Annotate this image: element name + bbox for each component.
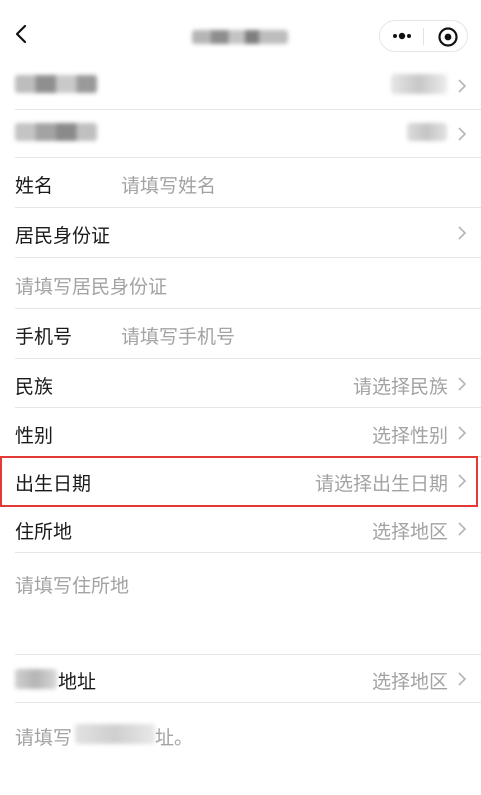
address-region-select[interactable]: 选择地区 [372,667,448,694]
gender-select[interactable]: 选择性别 [372,421,448,448]
redacted-row-2[interactable] [15,110,481,158]
id-number-input[interactable]: 请填写居民身份证 [15,272,167,299]
mini-program-capsule [379,20,468,52]
address-detail-placeholder-end: 址。 [155,727,194,749]
chevron-right-icon [458,127,467,141]
residence-detail-row[interactable]: 请填写住所地 [15,553,481,655]
address-label: 地址 [58,671,97,693]
residence-row[interactable]: 住所地 选择地区 [15,507,481,553]
gender-label: 性别 [15,425,54,447]
ethnicity-row[interactable]: 民族 请选择民族 [15,359,481,408]
redacted-row-1[interactable] [15,62,481,110]
name-row: 姓名 请填写姓名 [15,158,481,208]
residence-detail-textarea[interactable]: 请填写住所地 [15,571,129,598]
redacted-value [391,74,447,94]
id-number-row[interactable]: 请填写居民身份证 [15,258,481,309]
address-detail-row[interactable]: 请填写 址。 [15,703,481,765]
name-input[interactable]: 请填写姓名 [121,171,216,198]
redacted-value [407,123,447,141]
page-title-redacted [192,30,288,44]
address-row[interactable]: 地址 选择地区 [15,655,481,703]
phone-input[interactable]: 请填写手机号 [121,322,235,349]
id-type-row[interactable]: 居民身份证 [15,208,481,258]
phone-label: 手机号 [15,326,73,348]
redacted-label [15,75,97,93]
address-detail-placeholder-start[interactable]: 请填写 [15,723,72,750]
ethnicity-select[interactable]: 请选择民族 [353,372,448,399]
target-close-icon[interactable] [437,26,459,48]
chevron-right-icon [458,672,467,686]
phone-row: 手机号 请填写手机号 [15,309,481,359]
birthdate-picker[interactable]: 请选择出生日期 [315,469,448,496]
residence-label: 住所地 [15,521,73,543]
navigation-bar [0,0,481,62]
residence-region-select[interactable]: 选择地区 [372,517,448,544]
birthdate-label: 出生日期 [15,473,92,495]
redacted-label-prefix [15,669,57,689]
chevron-right-icon [458,522,467,536]
id-type-label: 居民身份证 [15,225,111,247]
chevron-right-icon [458,79,467,93]
chevron-right-icon [458,474,467,488]
capsule-divider [423,28,424,45]
more-dots-icon[interactable] [391,27,413,45]
ethnicity-label: 民族 [15,376,54,398]
gender-row[interactable]: 性别 选择性别 [15,408,481,457]
chevron-left-icon[interactable] [12,22,32,46]
chevron-right-icon [458,226,467,240]
name-label: 姓名 [15,175,54,197]
chevron-right-icon [458,377,467,391]
redacted-label [15,123,97,141]
chevron-right-icon [458,426,467,440]
redacted-placeholder-middle [75,724,155,744]
birthdate-row[interactable]: 出生日期 请选择出生日期 [15,457,481,505]
